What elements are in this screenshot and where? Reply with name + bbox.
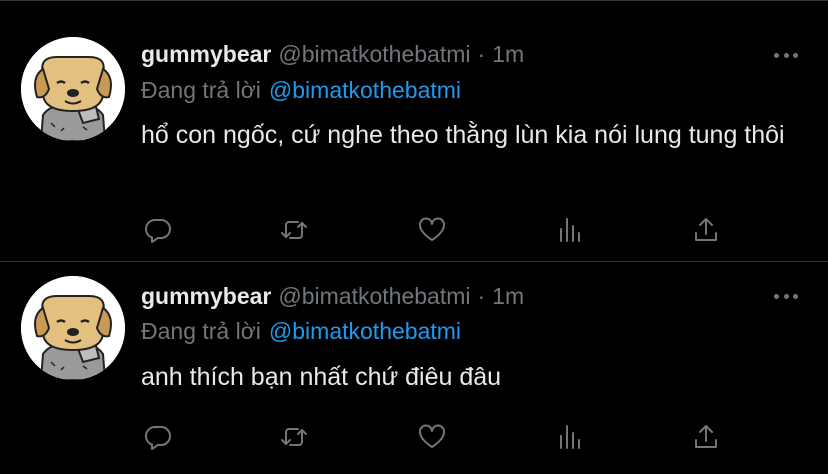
- avatar[interactable]: [21, 276, 125, 380]
- separator: ·: [477, 40, 486, 67]
- reply-icon: [144, 218, 171, 243]
- views-button[interactable]: [553, 420, 587, 454]
- replying-to: Đang trả lời @bimatkothebatmi: [141, 75, 461, 105]
- tweet-text: hổ con ngốc, cứ nghe theo thằng lùn kia …: [141, 121, 785, 149]
- like-button[interactable]: [415, 420, 449, 454]
- user-handle[interactable]: @bimatkothebatmi: [278, 41, 470, 68]
- timestamp[interactable]: 1m: [492, 41, 524, 68]
- tweet[interactable]: gummybear @bimatkothebatmi · 1m Đang trả…: [0, 0, 828, 262]
- views-icon: [560, 425, 580, 449]
- tweet-header: gummybear @bimatkothebatmi · 1m: [141, 281, 808, 311]
- share-icon: [695, 425, 717, 448]
- reply-button[interactable]: [141, 420, 175, 454]
- user-handle[interactable]: @bimatkothebatmi: [278, 283, 470, 310]
- replying-to-mention[interactable]: @bimatkothebatmi: [269, 318, 461, 345]
- views-icon: [560, 218, 580, 242]
- share-button[interactable]: [689, 213, 723, 247]
- heart-icon: [419, 217, 445, 241]
- dog-avatar-icon: [21, 37, 125, 141]
- tweet-actions: [141, 420, 721, 454]
- separator: ·: [477, 282, 486, 309]
- heart-icon: [419, 424, 445, 448]
- views-button[interactable]: [553, 213, 587, 247]
- dog-avatar-icon: [21, 276, 125, 380]
- tweet-actions: [141, 213, 721, 247]
- more-icon[interactable]: [774, 291, 798, 301]
- tweet-text: anh thích bạn nhất chứ điêu đâu: [141, 363, 502, 391]
- share-icon: [695, 218, 717, 241]
- replying-to-mention[interactable]: @bimatkothebatmi: [269, 77, 461, 104]
- reply-button[interactable]: [141, 213, 175, 247]
- display-name[interactable]: gummybear: [141, 283, 271, 310]
- avatar[interactable]: [21, 37, 125, 141]
- reply-icon: [144, 425, 171, 450]
- replying-to: Đang trả lời @bimatkothebatmi: [141, 316, 461, 346]
- replying-prefix: Đang trả lời: [141, 76, 261, 103]
- display-name[interactable]: gummybear: [141, 41, 271, 68]
- replying-prefix: Đang trả lời: [141, 317, 261, 344]
- retweet-icon: [281, 428, 307, 446]
- retweet-button[interactable]: [277, 213, 311, 247]
- tweet-header: gummybear @bimatkothebatmi · 1m: [141, 39, 808, 69]
- more-icon[interactable]: [774, 50, 798, 60]
- tweet[interactable]: gummybear @bimatkothebatmi · 1m Đang trả…: [0, 263, 828, 474]
- timestamp[interactable]: 1m: [492, 283, 524, 310]
- share-button[interactable]: [689, 420, 723, 454]
- like-button[interactable]: [415, 213, 449, 247]
- retweet-icon: [281, 221, 307, 239]
- retweet-button[interactable]: [277, 420, 311, 454]
